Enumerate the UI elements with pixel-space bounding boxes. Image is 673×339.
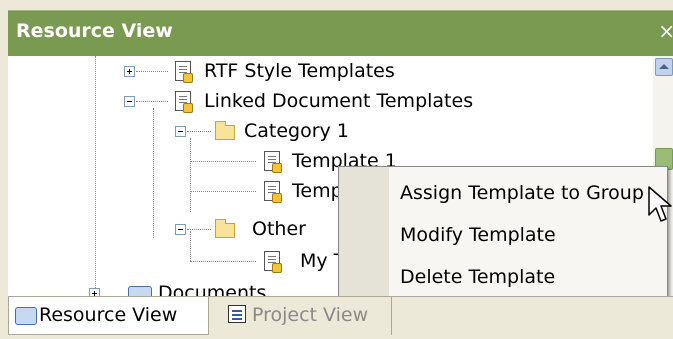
project-view-icon [228,305,246,323]
template-file-icon [264,251,282,273]
expand-icon[interactable] [124,66,135,77]
template-file-icon [264,151,282,173]
tree-branch-line [136,71,168,72]
resource-view-title-bar: Resource View × [8,10,673,56]
tree-item-label: Documents [158,282,267,296]
menu-item-label: Modify Template [400,224,556,246]
menu-item-delete-template[interactable]: Delete Template [339,257,667,297]
tree-branch-line [190,191,256,192]
menu-item-label: Delete Template [400,266,556,288]
tree-item-label: RTF Style Templates [204,60,395,82]
tab-resource-view[interactable]: Resource View [8,297,209,335]
documents-icon [128,286,152,296]
template-file-icon [264,181,282,203]
tree-item-label: Other [252,218,306,240]
tab-label: Project View [252,304,369,326]
tab-label: Resource View [39,304,178,326]
menu-item-modify-template[interactable]: Modify Template [339,215,667,255]
tab-project-view[interactable]: Project View [222,297,392,335]
collapse-icon[interactable] [124,96,135,107]
panel-title: Resource View [16,20,173,42]
expand-icon[interactable] [89,288,100,296]
view-tab-bar: Resource View Project View [8,296,673,339]
tree-item-category-1[interactable]: Category 1 [8,116,648,146]
tree-item-label: Category 1 [244,120,349,142]
tree-branch-line [190,261,256,262]
scroll-up-button[interactable] [655,58,673,76]
folder-icon [215,219,235,238]
collapse-icon[interactable] [175,126,186,137]
mouse-pointer-icon [648,186,672,222]
collapse-icon[interactable] [175,224,186,235]
tree-branch-line [190,161,256,162]
menu-item-assign-template-to-group[interactable]: Assign Template to Group [339,173,667,213]
tree-branch-line [187,229,211,230]
tree-branch-line [136,101,168,102]
resource-view-icon [15,307,37,325]
folder-icon [215,121,235,140]
tree-branch-line [187,131,211,132]
menu-item-label: Assign Template to Group [400,182,644,204]
template-file-icon [175,61,193,83]
tree-item-label: Linked Document Templates [204,90,474,112]
tree-item-linked-document-templates[interactable]: Linked Document Templates [8,86,648,116]
close-icon[interactable]: × [658,19,673,43]
context-menu: Assign Template to Group Modify Template… [338,166,668,302]
template-file-icon [175,91,193,113]
tree-item-rtf-style-templates[interactable]: RTF Style Templates [8,56,648,86]
